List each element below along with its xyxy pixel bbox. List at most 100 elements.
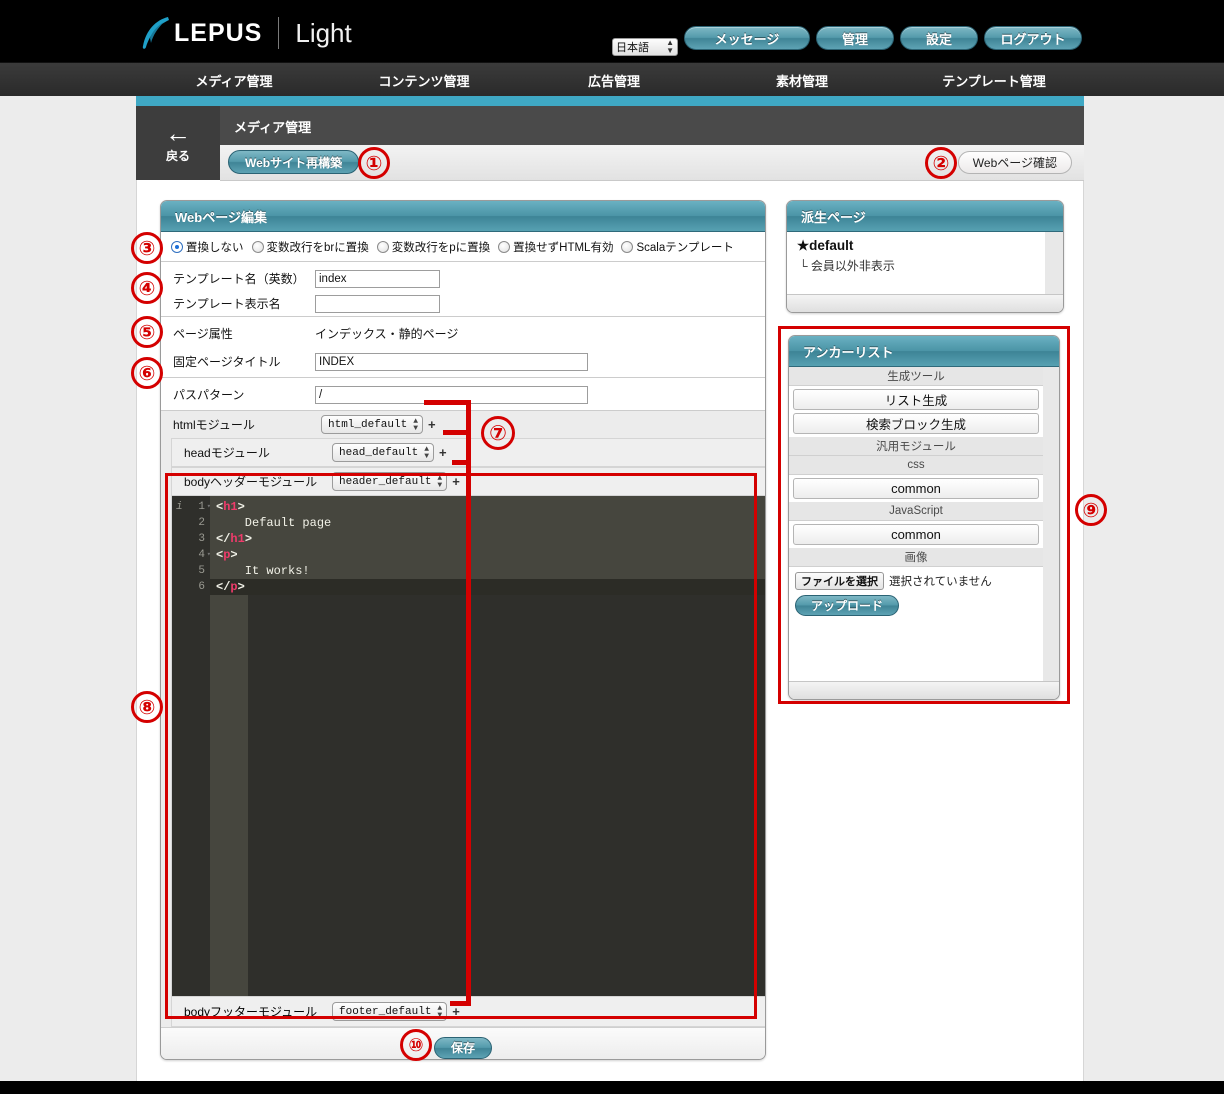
- add-body-header-module-button[interactable]: +: [452, 474, 460, 489]
- radio-option-p-replace[interactable]: 変数改行をpに置換: [376, 239, 491, 255]
- list-item[interactable]: ★default: [797, 238, 1035, 254]
- js-common-button[interactable]: common: [793, 524, 1039, 545]
- rebuild-website-button[interactable]: Webサイト再構築: [228, 150, 360, 174]
- anchor-list-body: 生成ツール リスト生成 検索ブロック生成 汎用モジュール css common …: [789, 367, 1059, 681]
- updown-arrows-icon: ▲ ▼: [413, 416, 419, 433]
- annotation-marker-8: ⑧: [131, 691, 163, 723]
- logout-button[interactable]: ログアウト: [984, 26, 1082, 50]
- upload-button[interactable]: アップロード: [795, 595, 899, 616]
- section-label-css: css: [789, 456, 1043, 475]
- anchor-list-panel-footer: [789, 681, 1059, 699]
- updown-arrows-icon: ▲ ▼: [437, 1003, 443, 1020]
- body-header-module-select[interactable]: header_default ▲ ▼: [332, 472, 448, 491]
- file-input-row: ファイルを選択 選択されていません: [795, 572, 1039, 590]
- list-generate-button[interactable]: リスト生成: [793, 389, 1039, 410]
- annotation-marker-10: ⑩: [400, 1029, 432, 1061]
- annotation-marker-5: ⑤: [131, 316, 163, 348]
- annotation-marker-2: ②: [925, 147, 957, 179]
- radio-option-no-replace[interactable]: 置換しない: [171, 239, 244, 255]
- radio-option-scala-template[interactable]: Scalaテンプレート: [621, 239, 734, 255]
- save-bar: 保存: [161, 1027, 765, 1059]
- file-status-text: 選択されていません: [889, 576, 992, 588]
- anchor-list-panel-title: アンカーリスト: [789, 336, 1059, 367]
- add-body-footer-module-button[interactable]: +: [452, 1004, 460, 1019]
- radio-label: Scalaテンプレート: [636, 241, 734, 254]
- fixed-page-title-input[interactable]: INDEX: [315, 352, 588, 371]
- section-label-image: 画像: [789, 548, 1043, 567]
- bottom-black-bar: [0, 1081, 1224, 1094]
- image-upload-area: ファイルを選択 選択されていません アップロード: [789, 567, 1043, 616]
- webpage-edit-panel: Webページ編集 置換しない 変数改行をbrに置換 変数改行をpに置換 置換せず…: [160, 200, 766, 1060]
- radio-option-html-enable[interactable]: 置換せずHTML有効: [498, 239, 613, 255]
- annotation-marker-3: ③: [131, 232, 163, 264]
- radio-indicator-icon: [621, 240, 634, 253]
- nav-item-template[interactable]: テンプレート管理: [904, 63, 1084, 97]
- settings-button[interactable]: 設定: [900, 26, 978, 50]
- nav-item-contents[interactable]: コンテンツ管理: [340, 63, 508, 97]
- brand-logo: LEPUS Light: [142, 16, 352, 50]
- field-row-template-display-name: テンプレート表示名: [161, 291, 765, 316]
- html-module-select-value: html_default: [328, 418, 408, 431]
- back-button-label: 戻る: [165, 149, 190, 163]
- choose-file-button[interactable]: ファイルを選択: [795, 572, 884, 590]
- annotation-line-body-footer-module: [450, 1001, 471, 1006]
- accent-strip: [136, 96, 1084, 106]
- save-button[interactable]: 保存: [433, 1036, 492, 1059]
- radio-label: 変数改行をbrに置換: [266, 241, 369, 254]
- head-module-select[interactable]: head_default ▲ ▼: [332, 443, 435, 462]
- page-title: メディア管理: [234, 120, 312, 135]
- radio-indicator-icon: [251, 240, 264, 253]
- body-header-module-select-value: header_default: [339, 475, 432, 488]
- radio-option-br-replace[interactable]: 変数改行をbrに置換: [251, 239, 369, 255]
- editor-code-line: </h1>: [216, 532, 253, 546]
- radio-indicator-icon: [171, 240, 183, 253]
- module-label: bodyフッターモジュール: [184, 1005, 318, 1019]
- top-header-bar: LEPUS Light 日本語 ▲ ▼ メッセージ 管理 設定 ログアウト: [0, 0, 1224, 62]
- nav-item-ads[interactable]: 広告管理: [530, 63, 698, 97]
- app-window: LEPUS Light 日本語 ▲ ▼ メッセージ 管理 設定 ログアウト メディ…: [0, 0, 1224, 1094]
- editor-info-icon: i: [176, 501, 183, 513]
- nav-item-assets[interactable]: 素材管理: [718, 63, 886, 97]
- editor-line-number: 4 ▾: [198, 549, 211, 561]
- editor-line-number: i 1 ▾: [176, 501, 211, 513]
- module-label: htmlモジュール: [173, 418, 255, 432]
- admin-button[interactable]: 管理: [816, 26, 894, 50]
- radio-label: 置換せずHTML有効: [513, 241, 614, 254]
- section-header: メディア管理: [136, 106, 1084, 145]
- back-button[interactable]: ← 戻る: [136, 106, 220, 180]
- module-selection-area: htmlモジュール html_default ▲ ▼ + headモジュール he…: [161, 411, 765, 1027]
- editor-code-line: </p>: [210, 579, 765, 595]
- template-display-name-input[interactable]: [315, 294, 440, 313]
- search-block-generate-button[interactable]: 検索ブロック生成: [793, 413, 1039, 434]
- section-label-javascript: JavaScript: [789, 502, 1043, 521]
- editor-line-number: 5: [198, 565, 205, 577]
- editor-code-line: It works!: [216, 564, 310, 578]
- webpage-edit-panel-title: Webページ編集: [161, 201, 765, 232]
- add-html-module-button[interactable]: +: [428, 417, 436, 432]
- editor-empty-space: [248, 595, 765, 996]
- module-label: bodyヘッダーモジュール: [184, 475, 318, 489]
- add-head-module-button[interactable]: +: [439, 445, 447, 460]
- editor-code-content[interactable]: <h1> Default page </h1> <p> It works! </p>: [210, 496, 765, 996]
- list-item[interactable]: └ 会員以外非表示: [797, 257, 1035, 274]
- module-label: headモジュール: [184, 446, 270, 460]
- annotation-line-vertical: [466, 400, 471, 1006]
- check-webpage-button[interactable]: Webページ確認: [957, 151, 1072, 174]
- radio-label: 変数改行をpに置換: [391, 241, 491, 254]
- template-name-input[interactable]: index: [315, 269, 440, 288]
- field-label: テンプレート名（英数）: [173, 272, 305, 286]
- annotation-marker-9: ⑨: [1075, 494, 1107, 526]
- field-label: パスパターン: [173, 388, 245, 402]
- logo-divider: [278, 17, 280, 49]
- css-common-button[interactable]: common: [793, 478, 1039, 499]
- updown-arrows-icon: ▲ ▼: [437, 473, 443, 490]
- html-module-select[interactable]: html_default ▲ ▼: [321, 415, 424, 434]
- language-select[interactable]: 日本語 ▲ ▼: [612, 38, 678, 56]
- nav-item-media[interactable]: メディア管理: [150, 63, 318, 97]
- editor-code-line: <p>: [216, 548, 238, 562]
- body-footer-module-select[interactable]: footer_default ▲ ▼: [332, 1002, 448, 1021]
- field-row-page-attribute: ページ属性 インデックス・静的ページ: [161, 321, 765, 346]
- field-label: ページ属性: [173, 327, 233, 341]
- page-attribute-value: インデックス・静的ページ: [315, 327, 459, 341]
- message-button[interactable]: メッセージ: [684, 26, 810, 50]
